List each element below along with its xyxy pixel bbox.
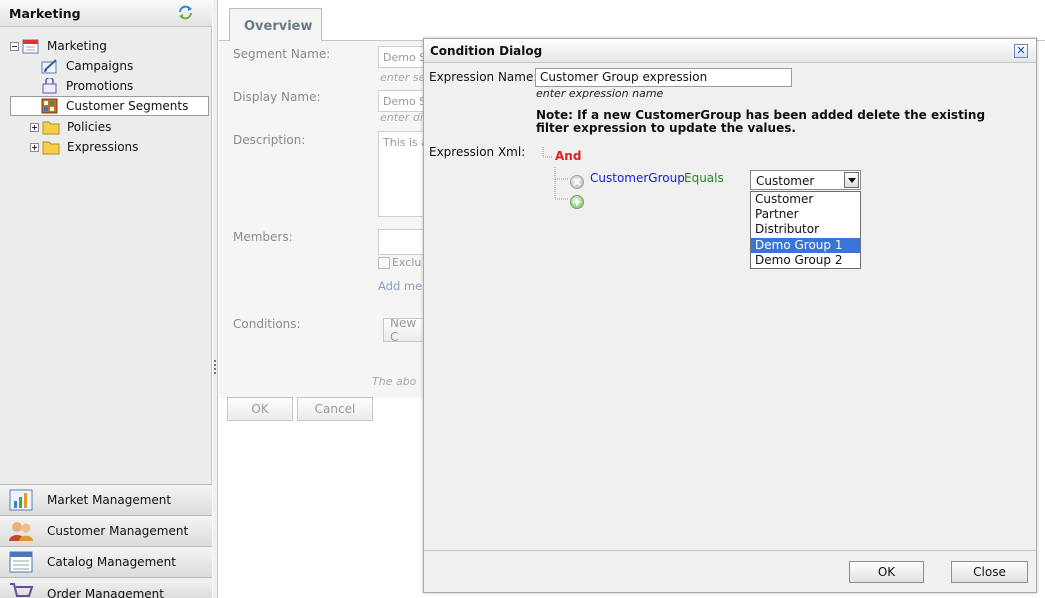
select-value-text: Customer xyxy=(756,174,815,188)
description-label: Description: xyxy=(233,133,306,147)
add-condition-icon[interactable] xyxy=(570,195,584,209)
cart-icon xyxy=(10,583,34,597)
dropdown-option[interactable]: Customer xyxy=(751,192,860,207)
display-name-input[interactable]: Demo S xyxy=(378,90,425,112)
display-name-hint: enter di xyxy=(380,111,423,124)
dialog-close-button[interactable]: Close xyxy=(951,561,1028,583)
value-dropdown-list: Customer Partner Distributor Demo Group … xyxy=(750,191,861,269)
form-panel: Segment Name: Demo S enter se Display Na… xyxy=(219,41,425,398)
segment-name-input[interactable]: Demo S xyxy=(378,46,425,68)
segment-name-label: Segment Name: xyxy=(233,47,331,61)
form-cancel-button[interactable]: Cancel xyxy=(297,397,373,421)
members-list[interactable] xyxy=(378,229,425,255)
chevron-down-icon[interactable] xyxy=(844,172,859,188)
conditions-note: The abo xyxy=(372,375,417,388)
tree-item-label: Marketing xyxy=(47,39,107,53)
dialog-footer: OK Close xyxy=(424,550,1036,592)
tree-item-promotions[interactable]: Promotions xyxy=(41,76,133,96)
expression-tree-lines xyxy=(542,147,568,200)
splitter-grip-icon[interactable] xyxy=(214,360,216,376)
catalog-icon xyxy=(9,551,33,573)
dropdown-option[interactable]: Demo Group 2 xyxy=(751,253,860,268)
tree-item-expressions[interactable]: Expressions xyxy=(30,137,138,157)
dropdown-option[interactable]: Distributor xyxy=(751,222,860,237)
refresh-icon[interactable] xyxy=(177,4,194,21)
add-members-link[interactable]: Add me xyxy=(378,279,423,293)
tree-item-label: Promotions xyxy=(66,79,134,93)
condition-value-select[interactable]: Customer xyxy=(750,170,861,190)
new-condition-button[interactable]: New C xyxy=(383,318,425,342)
and-operator-label[interactable]: And xyxy=(555,149,581,163)
collapse-icon[interactable] xyxy=(10,41,19,51)
nav-market-management[interactable]: Market Management xyxy=(0,484,212,515)
tree-item-campaigns[interactable]: Campaigns xyxy=(41,56,133,76)
dropdown-option-highlighted[interactable]: Demo Group 1 xyxy=(751,237,860,253)
nav-section-label: Catalog Management xyxy=(47,555,176,569)
nav-section-label: Order Management xyxy=(47,587,164,598)
condition-dialog: Condition Dialog ✕ Expression Name: Cust… xyxy=(423,38,1037,593)
segments-icon xyxy=(41,98,58,114)
tab-overview[interactable]: Overview xyxy=(229,8,322,42)
nav-section-label: Customer Management xyxy=(47,524,189,538)
nav-order-management[interactable]: Order Management xyxy=(0,577,212,598)
tree-item-label: Expressions xyxy=(67,140,139,154)
segment-name-hint: enter se xyxy=(380,71,425,84)
gift-icon xyxy=(42,78,57,94)
tab-strip: Overview xyxy=(219,0,1045,42)
description-textarea[interactable]: This is a xyxy=(378,131,425,217)
dialog-ok-button[interactable]: OK xyxy=(849,561,924,583)
condition-field-label[interactable]: CustomerGroup xyxy=(590,171,685,185)
market-chart-icon xyxy=(9,489,33,511)
members-label: Members: xyxy=(233,230,293,244)
splitter[interactable] xyxy=(213,0,218,598)
calendar-icon xyxy=(22,39,39,54)
expand-icon[interactable] xyxy=(30,122,39,132)
dropdown-option[interactable]: Partner xyxy=(751,207,860,222)
form-ok-button[interactable]: OK xyxy=(227,397,293,421)
exclude-checkbox[interactable] xyxy=(378,257,390,269)
sidebar: Marketing Marketing Campaigns Promotions… xyxy=(0,0,212,598)
nav-customer-management[interactable]: Customer Management xyxy=(0,515,212,546)
folder-icon xyxy=(42,121,60,135)
expand-icon[interactable] xyxy=(30,142,39,152)
exclude-label: Exclu xyxy=(392,256,422,269)
tree-item-label: Campaigns xyxy=(66,59,134,73)
condition-operator-label[interactable]: Equals xyxy=(684,171,724,185)
folder-icon xyxy=(42,141,60,155)
sidebar-header: Marketing xyxy=(0,0,212,27)
nav-catalog-management[interactable]: Catalog Management xyxy=(0,546,212,577)
remove-condition-icon[interactable] xyxy=(570,175,584,189)
tree-item-label: Customer Segments xyxy=(66,99,189,113)
display-name-label: Display Name: xyxy=(233,90,321,104)
tree-item-label: Policies xyxy=(67,120,112,134)
tree-item-marketing[interactable]: Marketing xyxy=(10,36,107,56)
tree-item-policies[interactable]: Policies xyxy=(30,117,111,137)
campaign-pen-icon xyxy=(41,59,57,74)
nav-section-label: Market Management xyxy=(47,493,172,507)
sidebar-title: Marketing xyxy=(9,6,81,21)
users-icon xyxy=(9,522,33,541)
conditions-label: Conditions: xyxy=(233,317,301,331)
tree-item-customer-segments[interactable]: Customer Segments xyxy=(10,96,209,116)
